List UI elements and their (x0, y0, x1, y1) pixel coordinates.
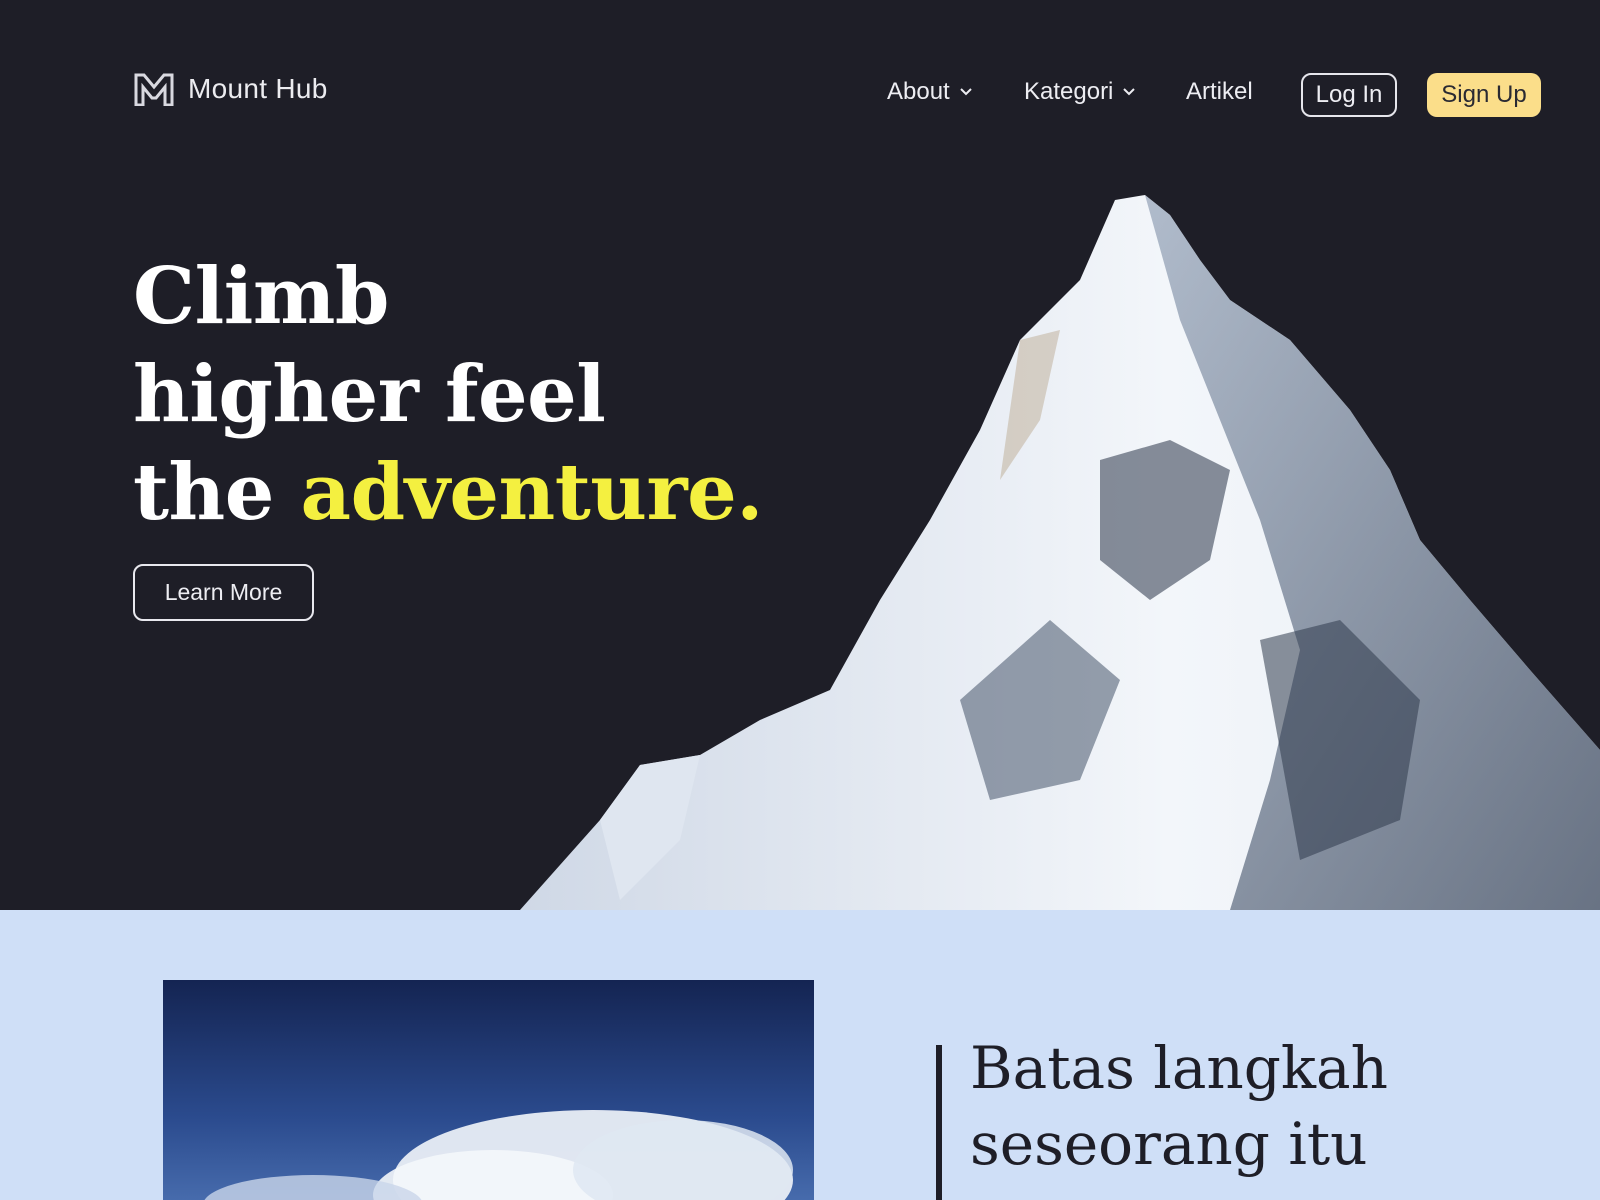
nav-kategori[interactable]: Kategori (1024, 78, 1136, 106)
learn-more-button[interactable]: Learn More (133, 564, 314, 621)
quote-section: Batas langkah seseorang itu (0, 910, 1600, 1200)
nav-about-label: About (887, 78, 950, 105)
quote-line1: Batas langkah (970, 1034, 1388, 1102)
hero-headline-line1: Climb (133, 251, 389, 342)
hero-headline-line3-prefix: the (133, 447, 301, 538)
chevron-down-icon (960, 88, 972, 96)
quote-text: Batas langkah seseorang itu (970, 1030, 1530, 1182)
navbar: Mount Hub About Kategori Artikel Log In … (0, 0, 1600, 190)
nav-about[interactable]: About (887, 78, 972, 106)
nav-artikel[interactable]: Artikel (1186, 78, 1253, 106)
brand[interactable]: Mount Hub (134, 70, 328, 108)
quote-bar (936, 1045, 942, 1200)
hero-headline: Climb higher feel the adventure. (133, 248, 773, 542)
hero-section: Mount Hub About Kategori Artikel Log In … (0, 0, 1600, 910)
chevron-down-icon (1123, 88, 1136, 96)
quote-line2: seseorang itu (970, 1110, 1368, 1178)
signup-button[interactable]: Sign Up (1427, 73, 1541, 117)
login-button[interactable]: Log In (1301, 73, 1397, 117)
mountain-logo-icon (134, 73, 174, 106)
hero-headline-line2: higher feel (133, 349, 606, 440)
nav-kategori-label: Kategori (1024, 78, 1114, 105)
mountain-sky-photo (163, 980, 814, 1200)
sky-clouds-image (163, 980, 814, 1200)
hero-headline-accent: adventure. (300, 447, 764, 538)
brand-name: Mount Hub (188, 73, 328, 104)
